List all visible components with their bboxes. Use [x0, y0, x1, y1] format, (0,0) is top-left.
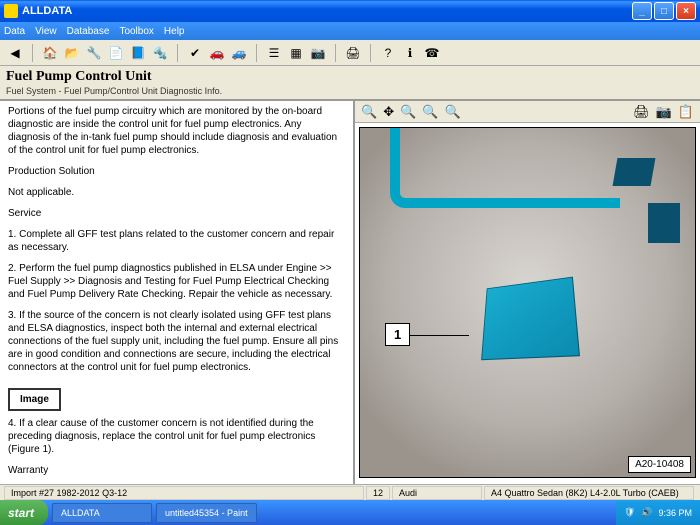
grid-icon[interactable]: ▦ — [287, 44, 305, 62]
page-icon[interactable]: 📄 — [107, 44, 125, 62]
zoom-in-icon[interactable]: 🔍 — [361, 104, 377, 120]
close-button[interactable]: × — [676, 2, 696, 20]
tray-icon[interactable]: 🔊 — [641, 507, 652, 518]
menu-database[interactable]: Database — [67, 26, 110, 37]
tray-icon[interactable]: 🛡 — [624, 507, 635, 518]
info-icon[interactable]: ℹ — [401, 44, 419, 62]
status-bar: Import #27 1982-2012 Q3-12 12 Audi A4 Qu… — [0, 484, 700, 500]
zoom-region-icon[interactable]: 🔍 — [400, 104, 416, 120]
status-make: Audi — [392, 486, 482, 500]
taskbar-item[interactable]: ALLDATA — [52, 503, 152, 523]
article-text: 3. If the source of the concern is not c… — [8, 309, 345, 374]
app-icon — [4, 4, 18, 18]
back-button[interactable]: ◀ — [6, 44, 24, 62]
status-dataset: Import #27 1982-2012 Q3-12 — [4, 486, 364, 500]
image-button[interactable]: Image — [8, 388, 61, 411]
open-icon[interactable]: 📂 — [63, 44, 81, 62]
article-text: 1. Complete all GFF test plans related t… — [8, 228, 345, 254]
home-icon[interactable]: 🏠 — [41, 44, 59, 62]
zoom-fit-icon[interactable]: 🔍 — [422, 104, 438, 120]
article-text: 2. Perform the fuel pump diagnostics pub… — [8, 262, 345, 301]
check-icon[interactable]: ✔ — [186, 44, 204, 62]
article-text: Portions of the fuel pump circuitry whic… — [8, 105, 345, 157]
menu-data[interactable]: Data — [4, 26, 25, 37]
menu-toolbox[interactable]: Toolbox — [119, 26, 153, 37]
status-num: 12 — [366, 486, 390, 500]
part-number: A20-10408 — [628, 456, 691, 473]
camera-image-icon[interactable]: 📷 — [656, 104, 672, 120]
minimize-button[interactable]: _ — [632, 2, 652, 20]
status-model: A4 Quattro Sedan (8K2) L4-2.0L Turbo (CA… — [484, 486, 694, 500]
list-icon[interactable]: ☰ — [265, 44, 283, 62]
clock: 9:36 PM — [658, 508, 692, 518]
article-text: 4. If a clear cause of the customer conc… — [8, 417, 345, 456]
menu-bar: Data View Database Toolbox Help — [0, 22, 700, 40]
book-icon[interactable]: 📘 — [129, 44, 147, 62]
image-toolbar: 🔍 ✥ 🔍 🔍 🔍 🖨 📷 📋 — [355, 101, 700, 123]
article-pane: Portions of the fuel pump circuitry whic… — [0, 101, 355, 512]
window-title: ALLDATA — [22, 5, 72, 17]
page-title: Fuel Pump Control Unit — [6, 69, 694, 85]
toolbar: ◀ 🏠 📂 🔧 📄 📘 🔩 ✔ 🚗 🚙 ☰ ▦ 📷 🖨 ? ℹ ☎ — [0, 40, 700, 66]
start-button[interactable]: start — [0, 500, 48, 525]
system-tray[interactable]: 🛡 🔊 9:36 PM — [616, 500, 700, 525]
article-text: Production Solution — [8, 165, 345, 178]
page-subtitle: Fuel System - Fuel Pump/Control Unit Dia… — [6, 86, 694, 96]
support-icon[interactable]: ☎ — [423, 44, 441, 62]
car-icon[interactable]: 🚙 — [230, 44, 248, 62]
article-text: Service — [8, 207, 345, 220]
taskbar: start ALLDATA untitled45354 - Paint 🛡 🔊 … — [0, 500, 700, 525]
print-image-icon[interactable]: 🖨 — [633, 104, 650, 120]
tool-icon[interactable]: 🔧 — [85, 44, 103, 62]
maximize-button[interactable]: □ — [654, 2, 674, 20]
menu-help[interactable]: Help — [164, 26, 185, 37]
callout-number: 1 — [385, 323, 410, 346]
taskbar-item[interactable]: untitled45354 - Paint — [156, 503, 257, 523]
figure-diagram: 1 A20-10408 — [359, 127, 696, 478]
camera-icon[interactable]: 📷 — [309, 44, 327, 62]
parts-icon[interactable]: 🔩 — [151, 44, 169, 62]
print-icon[interactable]: 🖨 — [344, 44, 362, 62]
newcar-icon[interactable]: 🚗 — [208, 44, 226, 62]
help-icon[interactable]: ? — [379, 44, 397, 62]
zoom-out-icon[interactable]: 🔍 — [444, 104, 460, 120]
article-text: Not applicable. — [8, 186, 345, 199]
pan-icon[interactable]: ✥ — [383, 104, 394, 120]
menu-view[interactable]: View — [35, 26, 57, 37]
copy-image-icon[interactable]: 📋 — [678, 104, 694, 120]
article-text: Warranty — [8, 464, 345, 477]
